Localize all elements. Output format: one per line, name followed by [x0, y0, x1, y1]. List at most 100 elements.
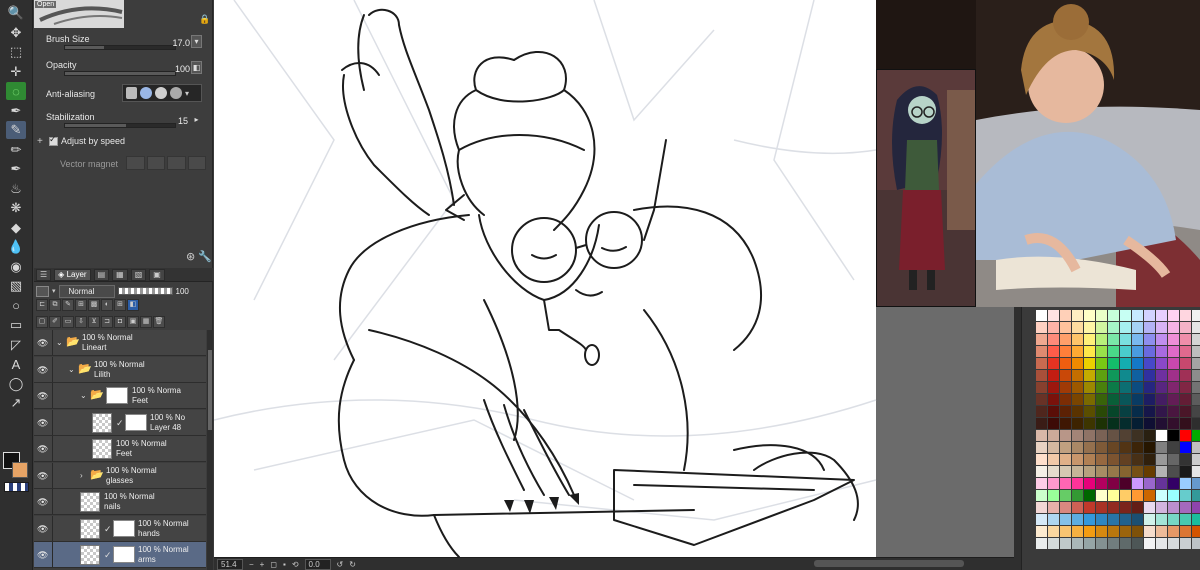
color-swatch[interactable] — [1144, 358, 1155, 369]
color-swatch[interactable] — [1108, 442, 1119, 453]
color-swatch[interactable] — [1060, 406, 1071, 417]
aa-strong-icon[interactable] — [170, 87, 182, 99]
color-swatch[interactable] — [1036, 490, 1047, 501]
color-swatch[interactable] — [1132, 466, 1143, 477]
color-swatch[interactable] — [1156, 334, 1167, 345]
color-swatch[interactable] — [1048, 514, 1059, 525]
color-swatch[interactable] — [1108, 454, 1119, 465]
zoom-value[interactable]: 51.4 — [217, 558, 243, 570]
color-swatch[interactable] — [1192, 310, 1200, 321]
layer-row[interactable]: 👁 ⌄ 📂 100 % Norma Feet — [34, 383, 206, 409]
color-swatch[interactable] — [1168, 442, 1179, 453]
color-swatch[interactable] — [1048, 430, 1059, 441]
color-swatch[interactable] — [1192, 358, 1200, 369]
color-swatch[interactable] — [1192, 502, 1200, 513]
color-swatch[interactable] — [1096, 370, 1107, 381]
text-icon[interactable]: A — [6, 355, 26, 373]
color-swatch[interactable] — [1180, 478, 1191, 489]
tab-navigator[interactable]: ▧ — [130, 268, 147, 281]
color-swatch[interactable] — [1156, 406, 1167, 417]
lock-layer-icon[interactable]: ⊞ — [75, 299, 87, 311]
horizontal-scrollbar[interactable] — [814, 560, 964, 567]
ruler-toggle-icon[interactable]: ⊞ — [114, 299, 126, 311]
eye-icon[interactable]: 👁 — [37, 391, 48, 402]
color-swatch[interactable] — [1132, 418, 1143, 429]
layer-mask-thumbnail[interactable] — [113, 519, 135, 537]
color-swatch[interactable] — [1132, 334, 1143, 345]
eyedropper-icon[interactable]: ✒ — [6, 102, 26, 120]
shape-icon[interactable]: ○ — [6, 297, 26, 315]
color-swatch[interactable] — [1180, 526, 1191, 537]
chevron-down-icon[interactable]: ⌄ — [68, 365, 75, 374]
color-swatch[interactable] — [1048, 490, 1059, 501]
brush-size-dropdown-icon[interactable]: ▾ — [191, 35, 202, 48]
layer-thumbnail[interactable] — [80, 545, 100, 565]
reference-icon[interactable]: ⧉ — [49, 299, 61, 311]
color-swatch[interactable] — [1180, 514, 1191, 525]
color-swatch[interactable] — [1096, 514, 1107, 525]
layer-row[interactable]: 👁 ✓ 100 % Normal arms — [34, 542, 206, 568]
color-swatch[interactable] — [1048, 310, 1059, 321]
color-swatch[interactable] — [1120, 322, 1131, 333]
color-swatch[interactable] — [1144, 334, 1155, 345]
zoom-icon[interactable]: 🔍 — [6, 4, 26, 22]
color-swatch[interactable] — [1096, 526, 1107, 537]
color-swatch[interactable] — [1096, 394, 1107, 405]
color-swatch[interactable] — [1144, 478, 1155, 489]
color-swatch[interactable] — [1108, 406, 1119, 417]
color-swatch[interactable] — [1132, 358, 1143, 369]
color-swatch[interactable] — [1096, 346, 1107, 357]
color-swatch[interactable] — [1144, 538, 1155, 549]
color-swatch[interactable] — [1168, 370, 1179, 381]
color-swatch[interactable] — [1072, 334, 1083, 345]
color-swatch[interactable] — [1144, 310, 1155, 321]
chevron-down-icon[interactable]: ⌄ — [80, 391, 87, 400]
color-swatch[interactable] — [1072, 538, 1083, 549]
color-swatch[interactable] — [1060, 382, 1071, 393]
color-swatch[interactable] — [1096, 310, 1107, 321]
color-swatch[interactable] — [1084, 454, 1095, 465]
color-swatch[interactable] — [1084, 514, 1095, 525]
color-swatch[interactable] — [1120, 370, 1131, 381]
color-swatch[interactable] — [1060, 346, 1071, 357]
color-swatch[interactable] — [1084, 538, 1095, 549]
color-swatch[interactable] — [1120, 442, 1131, 453]
layer-row[interactable]: 👁 › 📂 100 % Normal glasses — [34, 462, 206, 489]
brush-size-value[interactable]: 17.0 — [162, 38, 190, 48]
color-swatch[interactable] — [1156, 478, 1167, 489]
eye-icon[interactable]: 👁 — [37, 471, 48, 482]
actual-size-icon[interactable]: ▪ — [283, 560, 286, 569]
color-swatch[interactable] — [1072, 358, 1083, 369]
color-swatch[interactable] — [1072, 430, 1083, 441]
color-swatch[interactable] — [1036, 310, 1047, 321]
pencil-icon[interactable]: ✏ — [6, 141, 26, 159]
lasso-icon[interactable]: ◌ — [6, 82, 26, 100]
color-swatch[interactable] — [1132, 382, 1143, 393]
color-swatch[interactable] — [1120, 394, 1131, 405]
pen-icon[interactable]: ✎ — [6, 121, 26, 139]
color-swatch[interactable] — [1120, 478, 1131, 489]
color-swatch[interactable] — [1120, 382, 1131, 393]
tab-layer-search[interactable]: ▦ — [112, 268, 128, 281]
color-swatch[interactable] — [1048, 406, 1059, 417]
aa-medium-icon[interactable] — [155, 87, 167, 99]
color-swatch[interactable] — [1096, 358, 1107, 369]
color-swatch[interactable] — [1096, 478, 1107, 489]
color-swatch[interactable] — [1108, 418, 1119, 429]
color-swatch[interactable] — [1036, 430, 1047, 441]
color-swatch[interactable] — [1156, 514, 1167, 525]
layer-row[interactable]: 👁 ⌄ 📂 100 % Normal Lilith — [34, 356, 206, 383]
color-swatch[interactable] — [1048, 526, 1059, 537]
color-swatch[interactable] — [1084, 346, 1095, 357]
palette-scrollbar[interactable] — [1014, 307, 1022, 570]
color-swatch[interactable] — [1120, 346, 1131, 357]
color-swatch[interactable] — [1168, 358, 1179, 369]
color-swatch[interactable] — [1060, 454, 1071, 465]
chevron-down-icon[interactable]: ▾ — [52, 287, 56, 295]
color-swatch[interactable] — [1156, 502, 1167, 513]
zoom-in-icon[interactable]: + — [260, 560, 265, 569]
color-swatch[interactable] — [1060, 394, 1071, 405]
color-swatch[interactable] — [1060, 514, 1071, 525]
color-swatch[interactable] — [1156, 430, 1167, 441]
color-swatch[interactable] — [1132, 322, 1143, 333]
